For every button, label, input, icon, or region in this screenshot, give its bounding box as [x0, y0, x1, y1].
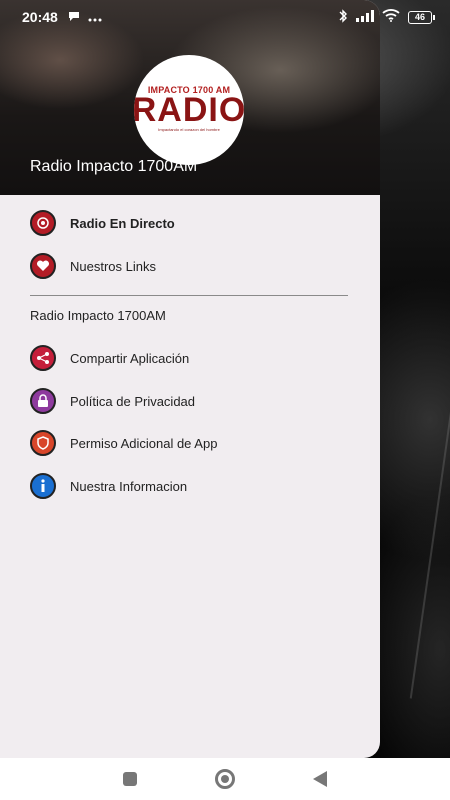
share-icon	[30, 345, 56, 371]
menu-item-nuestra-informacion[interactable]: Nuestra Informacion	[30, 471, 360, 501]
system-navigation-bar	[0, 758, 450, 800]
logo-main-text: RADIO	[134, 90, 244, 129]
chat-bubble-icon	[68, 9, 80, 25]
menu-item-compartir-aplicacion[interactable]: Compartir Aplicación	[30, 343, 360, 373]
battery-icon: 46	[408, 10, 435, 24]
navigation-drawer: IMPACTO 1700 AM RADIO Impactando el cora…	[0, 0, 380, 758]
signal-icon	[356, 9, 374, 25]
wifi-icon	[382, 9, 400, 25]
lock-icon	[30, 388, 56, 414]
menu-item-label: Radio En Directo	[70, 215, 175, 231]
shield-icon	[30, 430, 56, 456]
menu-item-permiso-adicional[interactable]: Permiso Adicional de App	[30, 428, 360, 458]
info-icon	[30, 473, 56, 499]
menu-item-politica-de-privacidad[interactable]: Política de Privacidad	[30, 386, 360, 416]
background-mic-stand	[409, 381, 450, 699]
menu-section-title: Radio Impacto 1700AM	[30, 308, 166, 323]
menu-item-label: Política de Privacidad	[70, 393, 196, 409]
station-logo: IMPACTO 1700 AM RADIO Impactando el cora…	[134, 55, 244, 165]
menu-item-label: Nuestros Links	[70, 258, 156, 274]
logo-sub-text: Impactando el corazon del hombre	[158, 126, 220, 132]
heart-icon	[30, 253, 56, 279]
drawer-header-title: Radio Impacto 1700AM	[30, 158, 198, 175]
back-icon[interactable]	[313, 771, 327, 787]
menu-item-label: Permiso Adicional de App	[70, 435, 218, 451]
more-dots-icon	[88, 9, 102, 25]
bluetooth-icon	[338, 8, 348, 26]
menu-item-radio-en-directo[interactable]: Radio En Directo	[30, 208, 360, 238]
home-icon[interactable]	[215, 769, 235, 789]
menu-item-nuestros-links[interactable]: Nuestros Links	[30, 251, 360, 281]
status-bar: 20:48 46	[0, 0, 450, 34]
radio-icon	[30, 210, 56, 236]
menu-item-label: Nuestra Informacion	[70, 478, 188, 494]
status-time: 20:48	[22, 9, 58, 25]
battery-level: 46	[414, 12, 425, 22]
recents-icon[interactable]	[123, 772, 137, 786]
menu-item-label: Compartir Aplicación	[70, 350, 190, 366]
menu-divider	[30, 295, 348, 296]
